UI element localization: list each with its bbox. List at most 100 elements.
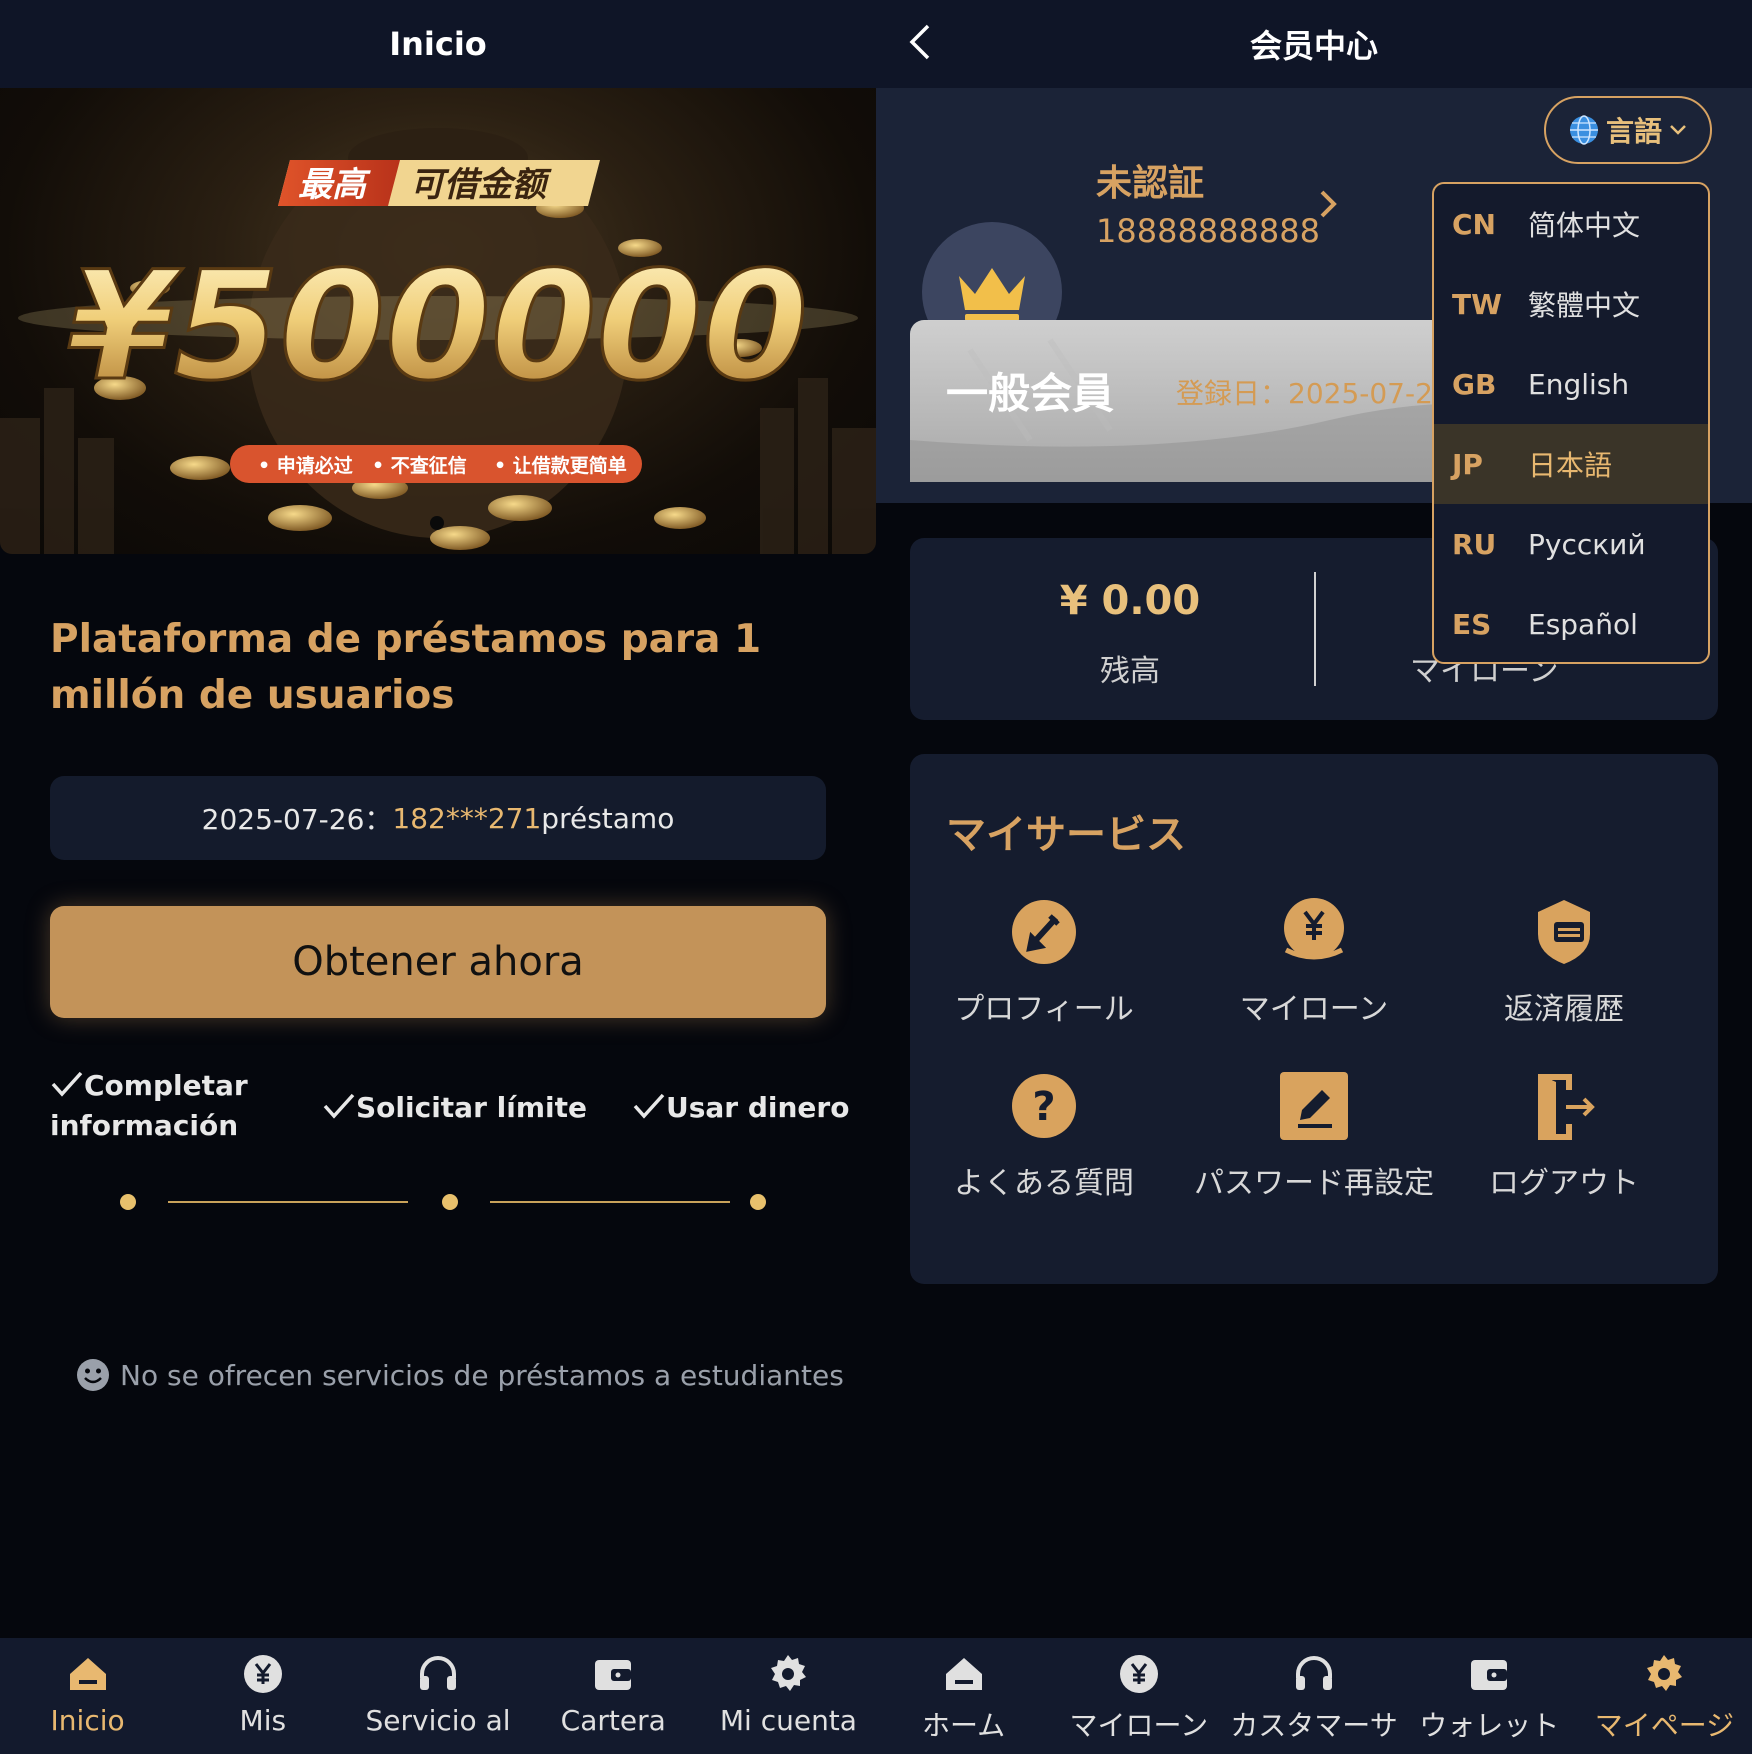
my-services-card: マイサービス プロフィール マイローン 返済履歴 ? よくある質問 パスワード再…	[910, 754, 1718, 1284]
edit-circle-icon	[1012, 900, 1076, 964]
registration-date: 登録日：2025-07-2	[1176, 377, 1433, 410]
step-label: Solicitar límite	[356, 1091, 587, 1124]
banner-tag-right: 可借金额	[410, 165, 552, 205]
service-faq[interactable]: ? よくある質問	[924, 1068, 1164, 1206]
balance-label: 残高	[1100, 654, 1160, 689]
language-code: ES	[1452, 607, 1492, 641]
language-button[interactable]: 言語	[1544, 96, 1712, 164]
globe-icon	[1569, 115, 1598, 145]
bottom-tab-bar: Inicio Mis Servicio al Cartera Mi cuenta	[0, 1638, 876, 1754]
tab-home[interactable]: ホーム	[876, 1638, 1051, 1754]
banner-tag-left: 最高	[298, 165, 371, 205]
tab-home[interactable]: Inicio	[0, 1638, 175, 1754]
gear-icon	[1647, 1655, 1683, 1691]
page-title: Inicio	[389, 25, 487, 63]
home-icon	[945, 1658, 982, 1690]
service-reset-password[interactable]: パスワード再設定	[1194, 1068, 1434, 1206]
top-bar: 会员中心	[876, 0, 1752, 88]
step-use-money: Usar dinero	[632, 1088, 849, 1128]
carousel-indicator[interactable]	[430, 516, 444, 530]
ticker-date: 2025-07-26：	[201, 803, 393, 836]
services-title: マイサービス	[946, 812, 1186, 858]
tab-label: マイローン	[1069, 1709, 1209, 1742]
language-option-cn[interactable]: CN 简体中文	[1434, 184, 1708, 264]
step-label: Usar dinero	[666, 1091, 850, 1124]
language-code: RU	[1452, 527, 1497, 561]
language-name: English	[1528, 367, 1630, 401]
language-code: CN	[1452, 207, 1496, 241]
tab-support[interactable]: Servicio al	[350, 1638, 525, 1754]
membership-level: 一般会員	[946, 369, 1115, 418]
tab-account[interactable]: Mi cuenta	[701, 1638, 876, 1754]
svg-text:?: ?	[1032, 1084, 1055, 1130]
student-notice: No se ofrecen servicios de préstamos a e…	[76, 1358, 844, 1392]
home-screen: Inicio 最高 可借金额 ¥500000 • 申请必过 • 不查征信 • 让…	[0, 0, 876, 1754]
tab-support[interactable]: カスタマーサ	[1226, 1638, 1401, 1754]
chevron-down-icon	[1670, 125, 1686, 135]
tab-label: Mis	[239, 1704, 287, 1737]
banner-amount: ¥500000	[68, 240, 808, 414]
tab-label: マイページ	[1594, 1709, 1735, 1742]
chevron-right-icon[interactable]	[1312, 184, 1344, 224]
service-repayment-history[interactable]: 返済履歴	[1444, 894, 1684, 1032]
tab-my-loans[interactable]: Mis	[175, 1638, 350, 1754]
progress-dot	[120, 1194, 136, 1210]
service-my-loan[interactable]: マイローン	[1194, 894, 1434, 1032]
banner-feature-2: • 不查征信	[372, 454, 467, 477]
language-name: 繁體中文	[1528, 289, 1641, 322]
notice-text: No se ofrecen servicios de préstamos a e…	[120, 1358, 844, 1392]
tab-label: Servicio al	[365, 1704, 511, 1737]
shield-list-icon	[1538, 900, 1590, 964]
progress-dot	[442, 1194, 458, 1210]
language-name: 日本語	[1528, 449, 1613, 482]
language-option-es[interactable]: ES Español	[1434, 584, 1708, 662]
progress-line	[490, 1201, 730, 1203]
tab-my-page[interactable]: マイページ	[1577, 1638, 1752, 1754]
service-logout[interactable]: ログアウト	[1444, 1068, 1684, 1206]
service-label: ログアウト	[1489, 1166, 1639, 1201]
ticker-suffix: préstamo	[541, 801, 675, 835]
divider	[1314, 572, 1316, 686]
tab-my-loans[interactable]: マイローン	[1051, 1638, 1226, 1754]
headline: Plataforma de préstamos para 1 millón de…	[50, 617, 762, 718]
home-icon	[69, 1658, 106, 1690]
back-arrow-icon[interactable]	[902, 22, 942, 62]
service-profile[interactable]: プロフィール	[924, 894, 1164, 1032]
top-bar: Inicio	[0, 0, 876, 88]
language-name: Español	[1528, 607, 1638, 641]
language-option-tw[interactable]: TW 繁體中文	[1434, 264, 1708, 344]
service-label: 返済履歴	[1504, 992, 1624, 1027]
obtain-now-button[interactable]: Obtener ahora	[50, 906, 826, 1018]
check-icon	[633, 1093, 665, 1119]
yen-icon	[1119, 1655, 1158, 1693]
promo-banner[interactable]: 最高 可借金额 ¥500000 • 申请必过 • 不查征信 • 让借款更简单	[0, 88, 876, 554]
language-option-jp[interactable]: JP 日本語	[1434, 424, 1708, 504]
logout-icon	[1538, 1074, 1595, 1140]
language-option-ru[interactable]: RU Русский	[1434, 504, 1708, 584]
language-dropdown: CN 简体中文 TW 繁體中文 GB English JP 日本語 RU Русский …	[1432, 182, 1710, 664]
tab-label: ホーム	[922, 1709, 1006, 1742]
tab-label: ウォレット	[1419, 1709, 1560, 1742]
check-icon	[51, 1071, 83, 1097]
member-center-screen: 会员中心 未認証 18888888888 言語 一般会員 登録日：2025-07…	[876, 0, 1752, 1754]
language-code: JP	[1452, 447, 1483, 481]
page-title: 会员中心	[1249, 27, 1378, 65]
gear-icon	[771, 1655, 807, 1691]
check-icon	[323, 1093, 355, 1119]
verification-status: 未認証	[1096, 163, 1205, 204]
pencil-box-icon	[1280, 1072, 1348, 1140]
yen-icon	[243, 1655, 282, 1693]
smile-icon	[77, 1359, 109, 1391]
tab-label: Mi cuenta	[719, 1704, 857, 1737]
wallet-icon	[1471, 1660, 1508, 1690]
tab-wallet[interactable]: ウォレット	[1402, 1638, 1577, 1754]
question-icon: ?	[1012, 1074, 1076, 1138]
language-name: 简体中文	[1528, 209, 1641, 242]
progress-dot	[750, 1194, 766, 1210]
tab-wallet[interactable]: Cartera	[526, 1638, 701, 1754]
step-request-limit: Solicitar límite	[322, 1088, 587, 1128]
tab-label: Inicio	[50, 1704, 125, 1737]
banner-feature-1: • 申请必过	[258, 454, 353, 477]
language-option-gb[interactable]: GB English	[1434, 344, 1708, 424]
balance-amount: ¥ 0.00	[1059, 578, 1201, 624]
